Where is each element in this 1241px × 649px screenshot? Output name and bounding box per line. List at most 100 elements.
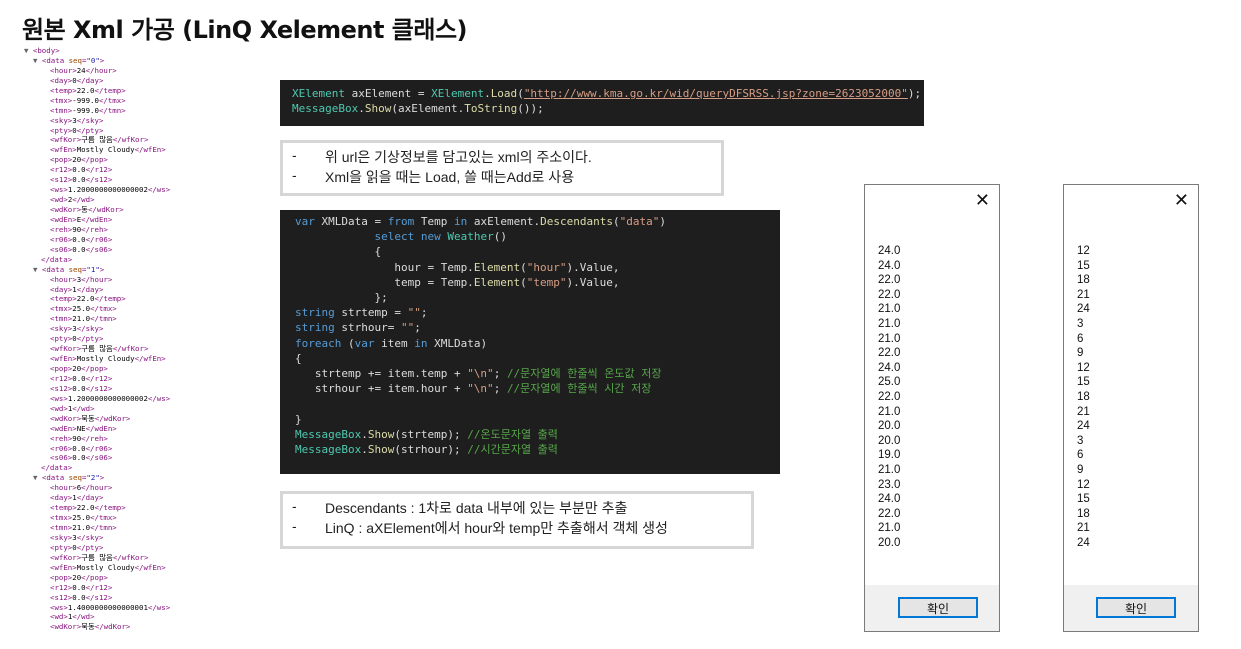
- xml-text: 구름 많음: [81, 135, 113, 145]
- xml-line: <wdKor>동</wdKor>: [24, 205, 264, 215]
- xml-line: ▼ <body>: [24, 46, 264, 56]
- code-token: in: [453, 215, 468, 228]
- xml-tag: <wfKor>: [50, 552, 82, 562]
- code-line: strtemp += item.temp + "\n"; //문자열에 한줄씩 …: [295, 366, 662, 381]
- list-item: 22.0: [878, 274, 901, 287]
- ok-button[interactable]: 확인: [1096, 597, 1176, 618]
- expand-toggle-icon[interactable]: ▼: [33, 265, 42, 274]
- xml-tag: <pty>: [50, 542, 73, 552]
- code-line: string strhour= "";: [295, 320, 421, 335]
- list-item: 3: [1077, 434, 1084, 447]
- xml-tag: <data: [41, 473, 65, 483]
- code-token: .: [361, 427, 368, 441]
- xml-tag: <day>: [50, 284, 73, 294]
- xml-line: </data>: [24, 255, 264, 265]
- ok-button[interactable]: 확인: [898, 597, 978, 618]
- note-line: Xml을 읽을 때는 Load, 쓸 때는Add로 사용: [325, 169, 575, 185]
- list-item: 21.0: [878, 317, 901, 330]
- xml-tag: <hour>: [50, 65, 77, 75]
- xml-line: <r06>0.0</r06>: [24, 444, 264, 454]
- xml-text: 1.2000000000000002: [67, 185, 148, 195]
- xml-tag: </tmx>: [90, 513, 117, 523]
- xml-tag: <s12>: [50, 175, 73, 185]
- expand-toggle-icon[interactable]: ▼: [24, 46, 33, 55]
- xml-tag: <data: [41, 55, 65, 65]
- xml-tag: </temp>: [94, 294, 126, 304]
- xml-line: <s06>0.0</s06>: [24, 453, 264, 463]
- xml-tag: <r12>: [50, 373, 73, 383]
- code-token: ): [659, 215, 666, 228]
- xml-tag: <wdKor>: [50, 205, 82, 214]
- bullet-dash: -: [292, 498, 297, 514]
- xml-tag: </temp>: [94, 503, 126, 513]
- code-token: (strtemp);: [394, 427, 468, 441]
- code-token: }: [295, 412, 302, 426]
- code-token: "data": [619, 215, 660, 228]
- xml-text: 0.0: [72, 582, 86, 592]
- code-token: ).Value,: [566, 275, 620, 289]
- xml-text: 0.0: [72, 443, 86, 453]
- xml-attr-name: seq: [64, 55, 82, 65]
- close-icon[interactable]: ✕: [975, 190, 990, 211]
- xml-line: <day>0</day>: [24, 76, 264, 86]
- xml-tree-view: ▼ <body> ▼ <data seq="0"> <hour>24</hour> <…: [24, 46, 264, 646]
- list-item: 9: [1077, 463, 1084, 476]
- code-token: "\n": [467, 382, 494, 396]
- code-token: {: [295, 245, 382, 259]
- xml-text: 25.0: [72, 513, 91, 523]
- code-token: .: [484, 87, 491, 100]
- xml-tag: <wfKor>: [50, 135, 82, 145]
- xml-line: <tmn>-999.0</tmn>: [24, 106, 264, 116]
- xml-tag: </sky>: [76, 115, 104, 125]
- xml-tag: </pty>: [76, 125, 104, 135]
- list-item: 24: [1077, 303, 1090, 316]
- xml-tag: </reh>: [81, 433, 108, 443]
- list-item: 15: [1077, 376, 1090, 389]
- xml-tag: </tmn>: [90, 314, 117, 324]
- xml-line: <wfEn>Mostly Cloudy</wfEn>: [24, 563, 264, 573]
- xml-line: <sky>3</sky>: [24, 116, 264, 126]
- messagebox-hour: ✕ 12 15 18 21 24 3 6 9 12 15 18 21 24 3 6 9 12 15 18 21 24 확…: [1063, 184, 1199, 632]
- xml-tag: </wd>: [72, 195, 95, 205]
- code-token: //문자열에 한줄씩 시간 저장: [506, 382, 652, 396]
- xml-line: <wdEn>E</wdEn>: [24, 215, 264, 225]
- xml-tag: </data>: [41, 463, 73, 473]
- xml-tag: >: [55, 46, 60, 55]
- xml-tag: <pop>: [50, 155, 73, 165]
- xml-line: <pop>20</pop>: [24, 364, 264, 374]
- xml-line: <sky>3</sky>: [24, 533, 264, 543]
- list-item: 18: [1077, 274, 1090, 287]
- xml-text: 21.0: [72, 314, 91, 324]
- xml-tag: </wfKor>: [112, 552, 149, 562]
- expand-toggle-icon[interactable]: ▼: [33, 56, 42, 65]
- xml-tag: </day>: [76, 284, 104, 294]
- code-token: {: [295, 351, 302, 365]
- xml-line: <s12>0.0</s12>: [24, 384, 264, 394]
- xml-tag: </r12>: [85, 582, 113, 592]
- list-item: 24.0: [878, 259, 901, 272]
- code-token: string: [295, 321, 335, 335]
- xml-tag: <tmn>: [50, 523, 73, 532]
- close-icon[interactable]: ✕: [1174, 190, 1189, 211]
- xml-tag: </wdEn>: [81, 214, 113, 224]
- xml-line: <sky>3</sky>: [24, 324, 264, 334]
- xml-tag: </r06>: [85, 443, 113, 453]
- xml-line: <wdKor>북동</wdKor>: [24, 622, 264, 632]
- xml-line: <wd>1</wd>: [24, 612, 264, 622]
- xml-text: 0.0: [72, 592, 86, 602]
- xml-line: <wfKor>구름 많음</wfKor>: [24, 135, 264, 145]
- code-token: Element: [473, 275, 521, 289]
- xml-line: <day>1</day>: [24, 493, 264, 503]
- list-item: 23.0: [878, 478, 901, 491]
- messagebox-footer: 확인: [1064, 585, 1198, 631]
- xml-text: 북동: [81, 622, 95, 632]
- xml-tag: <wfEn>: [50, 145, 77, 155]
- xml-tag: <r06>: [50, 234, 73, 244]
- xml-tag: >: [99, 55, 105, 65]
- xml-line: <s12>0.0</s12>: [24, 175, 264, 185]
- list-item: 24.0: [878, 361, 901, 374]
- expand-toggle-icon[interactable]: ▼: [33, 473, 42, 482]
- xml-tag: <s06>: [50, 453, 73, 463]
- bullet-dash: -: [292, 167, 297, 183]
- xml-text: 0.0: [72, 373, 86, 383]
